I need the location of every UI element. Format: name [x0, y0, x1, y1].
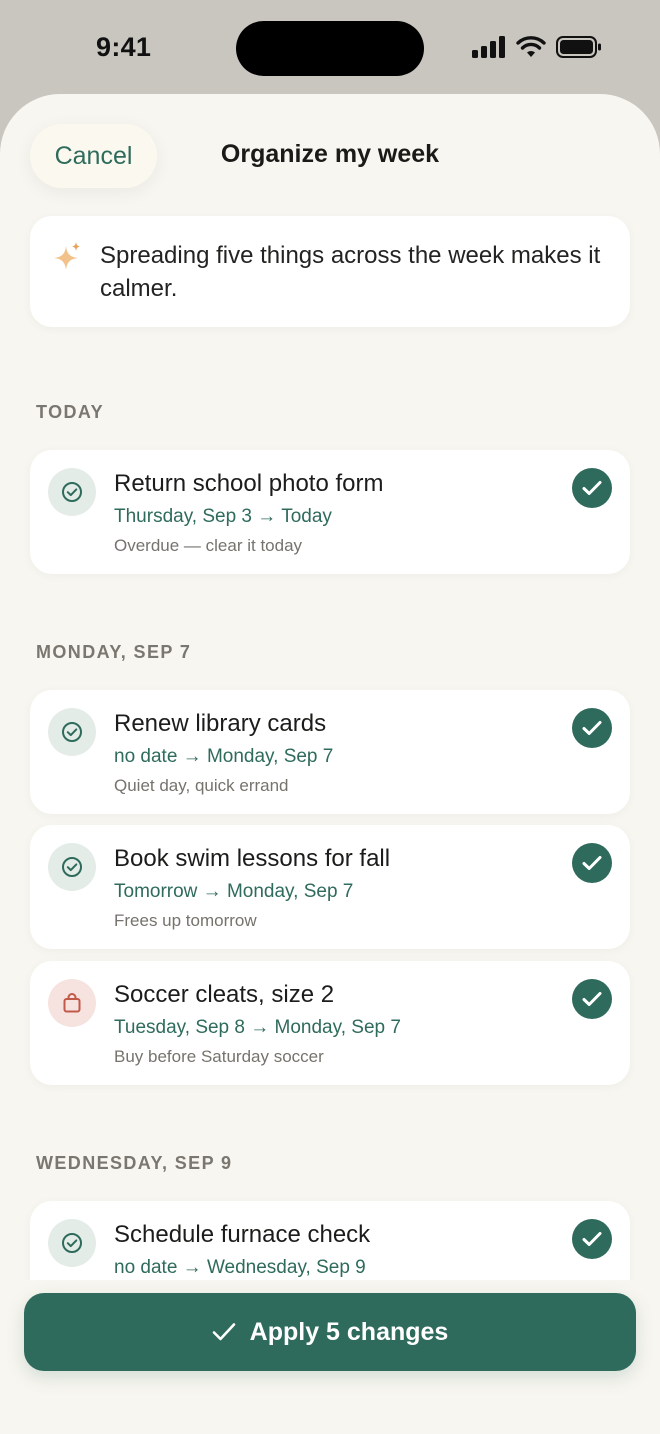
- section-label-today: TODAY: [36, 402, 105, 422]
- cellular-signal-icon: [472, 36, 505, 58]
- task-card[interactable]: Soccer cleats, size 2 Tuesday, Sep 8 → M…: [30, 961, 630, 1085]
- select-checkbox[interactable]: [572, 1219, 612, 1259]
- task-icon: [48, 708, 96, 756]
- status-bar: 9:41: [0, 0, 660, 96]
- task-title: Schedule furnace check: [114, 1221, 371, 1248]
- task-title: Book swim lessons for fall: [114, 845, 391, 872]
- select-checkbox[interactable]: [572, 468, 612, 508]
- task-note: Overdue — clear it today: [114, 536, 303, 555]
- task-note: Buy before Saturday soccer: [114, 1047, 324, 1066]
- hint-text: Spreading five things across the week ma…: [100, 242, 601, 302]
- dynamic-island: [236, 21, 424, 76]
- task-note: Quiet day, quick errand: [114, 776, 289, 795]
- apply-button-label: Apply 5 changes: [249, 1317, 449, 1346]
- select-checkbox[interactable]: [572, 708, 612, 748]
- checkmark-icon: [582, 992, 602, 1006]
- task-move: Thursday, Sep 3 → Today: [114, 506, 332, 527]
- task-card[interactable]: Schedule furnace check no date → Wednesd…: [30, 1201, 630, 1280]
- task-icon: [48, 843, 96, 891]
- status-icons: [472, 36, 602, 58]
- sparkle-icon: [54, 242, 80, 270]
- task-title: Renew library cards: [114, 710, 327, 737]
- task-icon: [48, 979, 96, 1027]
- check-circle-icon: [62, 482, 82, 502]
- shopping-bag-icon: [63, 993, 81, 1013]
- battery-icon: [556, 36, 601, 58]
- task-move: Tomorrow → Monday, Sep 7: [114, 881, 354, 902]
- checkmark-icon: [582, 481, 602, 495]
- apply-changes-button[interactable]: Apply 5 changes: [24, 1293, 636, 1371]
- hint-card: Spreading five things across the week ma…: [30, 216, 630, 327]
- check-circle-icon: [62, 1233, 82, 1253]
- task-title: Return school photo form: [114, 470, 384, 497]
- task-card[interactable]: Return school photo form Thursday, Sep 3…: [30, 450, 630, 574]
- section-label-monday: MONDAY, SEP 7: [36, 642, 192, 662]
- status-time: 9:41: [96, 32, 152, 62]
- task-move: no date → Wednesday, Sep 9: [114, 1257, 366, 1278]
- select-checkbox[interactable]: [572, 843, 612, 883]
- task-move: Tuesday, Sep 8 → Monday, Sep 7: [114, 1017, 401, 1038]
- checkmark-icon: [582, 1232, 602, 1246]
- sheet-title: Organize my week: [220, 140, 440, 168]
- section-label-wednesday: WEDNESDAY, SEP 9: [36, 1153, 233, 1173]
- organize-sheet: Cancel Organize my week Spreading five t…: [0, 94, 660, 1434]
- wifi-icon: [516, 36, 546, 57]
- check-circle-icon: [62, 857, 82, 877]
- checkmark-icon: [582, 721, 602, 735]
- task-icon: [48, 1219, 96, 1267]
- scroll-area[interactable]: Cancel Organize my week Spreading five t…: [0, 94, 660, 1280]
- task-note: Frees up tomorrow: [114, 911, 257, 930]
- task-move: no date → Monday, Sep 7: [114, 746, 334, 767]
- checkmark-icon: [212, 1323, 235, 1341]
- select-checkbox[interactable]: [572, 979, 612, 1019]
- task-title: Soccer cleats, size 2: [114, 981, 335, 1008]
- task-card[interactable]: Renew library cards no date → Monday, Se…: [30, 690, 630, 814]
- checkmark-icon: [582, 856, 602, 870]
- check-circle-icon: [62, 722, 82, 742]
- task-icon: [48, 468, 96, 516]
- task-card[interactable]: Book swim lessons for fall Tomorrow → Mo…: [30, 825, 630, 949]
